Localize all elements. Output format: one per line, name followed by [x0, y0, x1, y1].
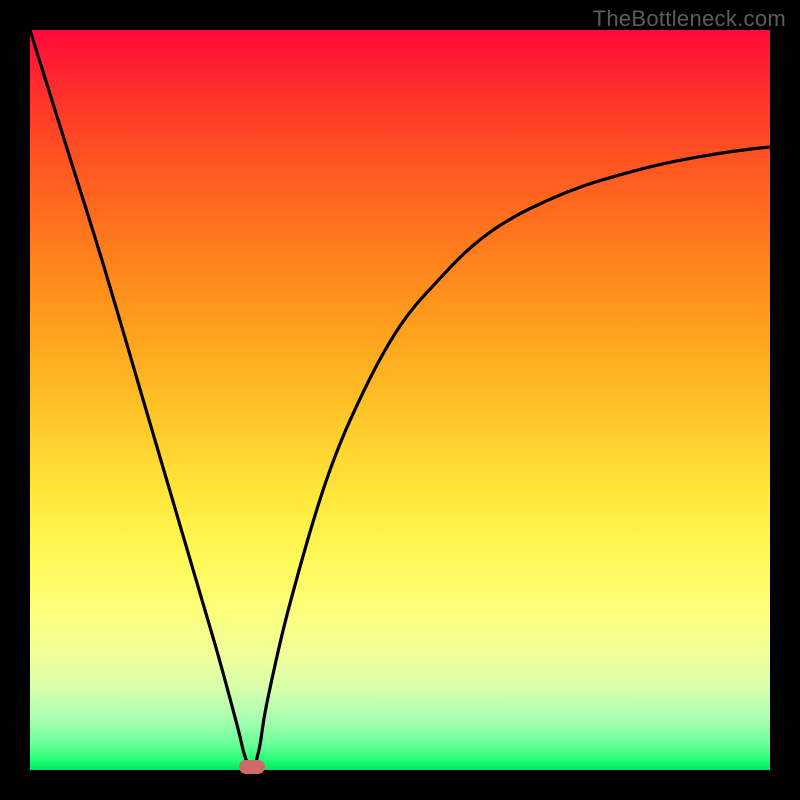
- watermark-text: TheBottleneck.com: [593, 6, 786, 32]
- bottleneck-curve: [30, 30, 770, 770]
- chart-plot-area: [30, 30, 770, 770]
- optimum-marker: [239, 760, 265, 774]
- chart-frame: TheBottleneck.com: [0, 0, 800, 800]
